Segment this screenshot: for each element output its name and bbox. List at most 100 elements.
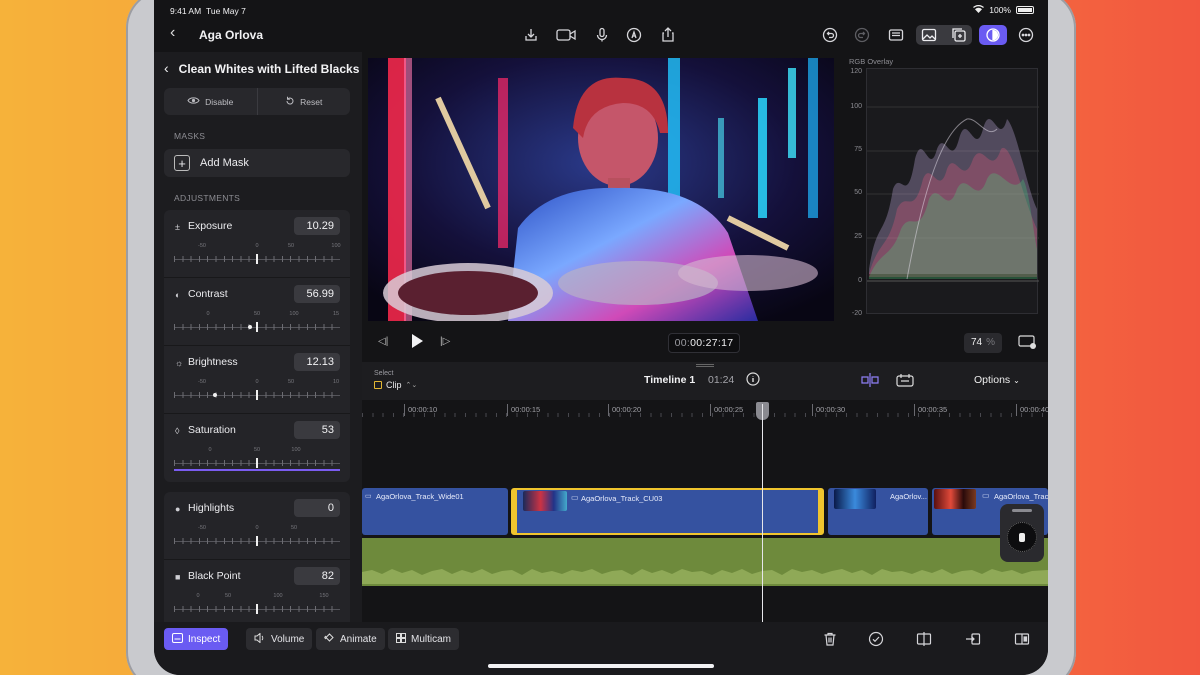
brightness-icon: ☼ (175, 358, 184, 368)
saturation-slider[interactable]: ◊ Saturation 53 0 50 100 (164, 414, 350, 482)
scope-title: RGB Overlay (849, 57, 894, 66)
status-bar: 9:41 AM Tue May 7 100% (154, 0, 1048, 20)
playhead[interactable] (762, 404, 763, 622)
reset-button[interactable]: Reset (256, 88, 351, 115)
next-frame-icon[interactable]: |▷ (440, 336, 450, 347)
video-clip[interactable]: ▭ AgaOrlova_Track_Wide01 (362, 488, 508, 535)
photo-library-icon[interactable] (919, 25, 939, 45)
scale-label: 50 (290, 525, 298, 531)
video-viewer[interactable] (368, 58, 834, 321)
scale-label: -50 (198, 525, 206, 531)
exposure-icon: ± (175, 222, 180, 232)
black-point-label: Black Point (188, 570, 241, 582)
jog-handle[interactable] (1012, 509, 1032, 512)
black-point-knob[interactable] (256, 604, 258, 614)
trash-icon[interactable] (821, 630, 839, 648)
back-chevron-icon[interactable]: ‹ (164, 60, 169, 76)
video-clip-icon: ▭ (571, 493, 579, 502)
scale-label: 150 (319, 593, 329, 599)
highlights-value[interactable]: 0 (294, 499, 340, 517)
select-mode-dropdown[interactable]: Clip ⌃⌄ (374, 380, 417, 390)
color-effect-icon[interactable] (979, 25, 1007, 45)
clip-thumbnail (834, 489, 876, 509)
jog-dial-icon[interactable] (1007, 522, 1037, 552)
contrast-value[interactable]: 56.99 (294, 285, 340, 303)
saturation-scale[interactable]: 0 50 100 (174, 447, 340, 471)
video-clip[interactable]: AgaOrlov... (828, 488, 928, 535)
zoom-value: 74 (971, 337, 983, 348)
exposure-value[interactable]: 10.29 (294, 217, 340, 235)
animate-button[interactable]: Animate (316, 628, 385, 650)
saturation-knob[interactable] (256, 458, 258, 468)
clip-connect-icon[interactable] (896, 373, 914, 392)
camera-icon[interactable] (554, 25, 578, 45)
clip-mode-label: Clip (386, 380, 402, 390)
more-icon[interactable] (1016, 25, 1036, 45)
timecode-display[interactable]: 00:00:27:17 (668, 333, 740, 353)
scale-label: 100 (289, 311, 299, 317)
drag-handle[interactable] (696, 364, 714, 367)
audio-track[interactable] (362, 538, 1048, 586)
scope-label: 120 (850, 68, 862, 75)
redo-icon[interactable] (852, 25, 872, 45)
add-mask-label: Add Mask (200, 157, 249, 169)
contrast-scale[interactable]: 0 50 100 15 (174, 311, 340, 335)
jog-wheel[interactable] (1000, 504, 1044, 562)
previous-frame-icon[interactable]: ◁| (378, 336, 388, 347)
scope-label: -20 (851, 310, 862, 317)
microphone-icon[interactable] (592, 25, 612, 45)
contrast-slider[interactable]: ◐ Contrast 56.99 0 50 100 15 (164, 278, 350, 346)
disable-button[interactable]: Disable (164, 88, 257, 115)
brightness-scale[interactable]: -50 0 50 10 (174, 379, 340, 403)
add-media-icon[interactable] (949, 25, 969, 45)
display-settings-icon[interactable] (1018, 335, 1036, 354)
share-icon[interactable] (658, 25, 678, 45)
snapping-icon[interactable] (860, 373, 880, 392)
ruler-mark: 00:00:40 (1016, 404, 1048, 416)
animate-label: Animate (340, 633, 377, 645)
back-chevron-icon[interactable]: ‹ (170, 24, 175, 42)
black-point-value[interactable]: 82 (294, 567, 340, 585)
import-icon[interactable] (521, 25, 541, 45)
checkmark-icon[interactable] (867, 630, 885, 648)
selected-video-clip[interactable]: ▭ AgaOrlova_Track_CU03 (511, 488, 824, 535)
undo-icon[interactable] (820, 25, 840, 45)
saturation-value[interactable]: 53 (294, 421, 340, 439)
scope-label: 25 (854, 233, 862, 240)
brightness-knob[interactable] (256, 390, 258, 400)
viewer-layout-icon[interactable] (886, 25, 906, 45)
black-point-slider[interactable]: ■ Black Point 82 0 50 100 150 (164, 560, 350, 628)
brightness-value[interactable]: 12.13 (294, 353, 340, 371)
extract-icon[interactable] (1013, 630, 1031, 648)
multicam-button[interactable]: Multicam (388, 628, 460, 650)
add-mask-button[interactable]: + Add Mask (164, 149, 350, 177)
inspect-button[interactable]: Inspect (164, 628, 229, 650)
audio-waveform (362, 568, 1048, 584)
chevron-down-icon: ⌄ (1013, 376, 1020, 385)
pen-icon[interactable] (624, 25, 644, 45)
contrast-knob[interactable] (256, 322, 258, 332)
ruler-mark: 00:00:25 (710, 404, 743, 416)
inspector-header[interactable]: ‹ Clean Whites with Lifted Blacks (164, 60, 359, 76)
exposure-slider[interactable]: ± Exposure 10.29 -50 0 50 100 (164, 210, 350, 278)
brightness-slider[interactable]: ☼ Brightness 12.13 -50 0 50 10 (164, 346, 350, 414)
exposure-scale[interactable]: -50 0 50 100 (174, 243, 341, 267)
info-icon[interactable] (746, 372, 760, 391)
options-button[interactable]: Options ⌄ (974, 374, 1020, 386)
detach-audio-icon[interactable] (964, 630, 982, 648)
zoom-field[interactable]: 74% (964, 333, 1002, 353)
volume-button[interactable]: Volume (246, 628, 313, 650)
scope-label: 100 (850, 103, 862, 110)
scale-label: 0 (206, 311, 210, 317)
black-point-scale[interactable]: 0 50 100 150 (174, 593, 340, 617)
play-icon[interactable] (410, 333, 424, 354)
highlights-slider[interactable]: ● Highlights 0 -50 0 50 (164, 492, 350, 560)
timeline-tracks[interactable]: ▭ AgaOrlova_Track_Wide01 ▭ AgaOrlova_Tra… (362, 420, 1048, 622)
black-point-icon: ■ (175, 572, 181, 582)
split-clip-icon[interactable] (915, 630, 933, 648)
ruler-mark: 00:00:10 (404, 404, 437, 416)
timeline-ruler[interactable]: 00:00:10 00:00:15 00:00:20 00:00:25 00:0… (362, 400, 1048, 420)
highlights-scale[interactable]: -50 0 50 (174, 525, 340, 549)
highlights-knob[interactable] (256, 536, 258, 546)
exposure-knob[interactable] (256, 254, 258, 264)
